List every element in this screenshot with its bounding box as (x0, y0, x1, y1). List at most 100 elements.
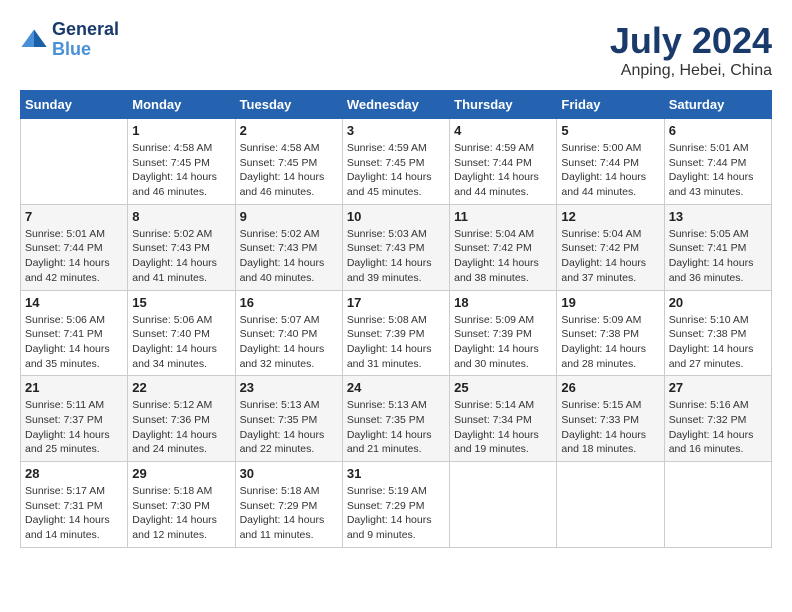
calendar-header-row: SundayMondayTuesdayWednesdayThursdayFrid… (21, 91, 772, 119)
day-info: Sunrise: 5:19 AMSunset: 7:29 PMDaylight:… (347, 484, 445, 543)
day-number: 28 (25, 466, 123, 481)
day-number: 1 (132, 123, 230, 138)
day-info: Sunrise: 5:06 AMSunset: 7:41 PMDaylight:… (25, 313, 123, 372)
day-number: 7 (25, 209, 123, 224)
calendar-cell: 31 Sunrise: 5:19 AMSunset: 7:29 PMDayligh… (342, 462, 449, 548)
day-number: 5 (561, 123, 659, 138)
calendar-week-2: 14 Sunrise: 5:06 AMSunset: 7:41 PMDayligh… (21, 290, 772, 376)
calendar-cell: 23Sunrise: 5:13 AMSunset: 7:35 PMDayligh… (235, 376, 342, 462)
calendar-cell (450, 462, 557, 548)
day-number: 24 (347, 380, 445, 395)
calendar-cell: 18 Sunrise: 5:09 AMSunset: 7:39 PMDayligh… (450, 290, 557, 376)
calendar-cell: 20 Sunrise: 5:10 AMSunset: 7:38 PMDayligh… (664, 290, 771, 376)
calendar-cell: 26 Sunrise: 5:15 AMSunset: 7:33 PMDayligh… (557, 376, 664, 462)
logo-text: General Blue (52, 20, 119, 60)
calendar-cell (664, 462, 771, 548)
day-number: 12 (561, 209, 659, 224)
day-number: 17 (347, 295, 445, 310)
day-info: Sunrise: 5:01 AMSunset: 7:44 PMDaylight:… (669, 141, 767, 200)
calendar-cell: 25 Sunrise: 5:14 AMSunset: 7:34 PMDayligh… (450, 376, 557, 462)
weekday-header-friday: Friday (557, 91, 664, 119)
calendar-cell: 10Sunrise: 5:03 AMSunset: 7:43 PMDayligh… (342, 204, 449, 290)
calendar-table: SundayMondayTuesdayWednesdayThursdayFrid… (20, 90, 772, 548)
day-info: Sunrise: 5:03 AMSunset: 7:43 PMDaylight:… (347, 227, 445, 286)
day-info: Sunrise: 5:09 AMSunset: 7:39 PMDaylight:… (454, 313, 552, 372)
calendar-cell: 29Sunrise: 5:18 AMSunset: 7:30 PMDayligh… (128, 462, 235, 548)
day-number: 13 (669, 209, 767, 224)
calendar-week-0: 1 Sunrise: 4:58 AMSunset: 7:45 PMDaylight… (21, 119, 772, 205)
day-info: Sunrise: 5:02 AMSunset: 7:43 PMDaylight:… (240, 227, 338, 286)
title-block: July 2024 Anping, Hebei, China (610, 20, 772, 80)
day-number: 8 (132, 209, 230, 224)
calendar-week-1: 7Sunrise: 5:01 AMSunset: 7:44 PMDaylight… (21, 204, 772, 290)
weekday-header-sunday: Sunday (21, 91, 128, 119)
day-number: 26 (561, 380, 659, 395)
day-number: 3 (347, 123, 445, 138)
calendar-cell: 14 Sunrise: 5:06 AMSunset: 7:41 PMDayligh… (21, 290, 128, 376)
calendar-cell (557, 462, 664, 548)
day-number: 29 (132, 466, 230, 481)
day-info: Sunrise: 4:58 AMSunset: 7:45 PMDaylight:… (132, 141, 230, 200)
day-number: 11 (454, 209, 552, 224)
day-info: Sunrise: 4:58 AMSunset: 7:45 PMDaylight:… (240, 141, 338, 200)
day-info: Sunrise: 5:11 AMSunset: 7:37 PMDaylight:… (25, 398, 123, 457)
calendar-cell: 16Sunrise: 5:07 AMSunset: 7:40 PMDayligh… (235, 290, 342, 376)
calendar-cell: 21 Sunrise: 5:11 AMSunset: 7:37 PMDayligh… (21, 376, 128, 462)
day-number: 9 (240, 209, 338, 224)
calendar-cell: 13 Sunrise: 5:05 AMSunset: 7:41 PMDayligh… (664, 204, 771, 290)
calendar-week-3: 21 Sunrise: 5:11 AMSunset: 7:37 PMDayligh… (21, 376, 772, 462)
weekday-header-wednesday: Wednesday (342, 91, 449, 119)
logo-icon (20, 26, 48, 54)
page-header: General Blue July 2024 Anping, Hebei, Ch… (20, 20, 772, 80)
day-number: 14 (25, 295, 123, 310)
day-number: 18 (454, 295, 552, 310)
weekday-header-monday: Monday (128, 91, 235, 119)
day-number: 4 (454, 123, 552, 138)
calendar-cell: 28 Sunrise: 5:17 AMSunset: 7:31 PMDayligh… (21, 462, 128, 548)
logo: General Blue (20, 20, 119, 60)
day-number: 19 (561, 295, 659, 310)
day-info: Sunrise: 5:13 AMSunset: 7:35 PMDaylight:… (347, 398, 445, 457)
calendar-cell: 22Sunrise: 5:12 AMSunset: 7:36 PMDayligh… (128, 376, 235, 462)
day-info: Sunrise: 5:16 AMSunset: 7:32 PMDaylight:… (669, 398, 767, 457)
day-number: 30 (240, 466, 338, 481)
day-info: Sunrise: 5:10 AMSunset: 7:38 PMDaylight:… (669, 313, 767, 372)
calendar-cell: 4Sunrise: 4:59 AMSunset: 7:44 PMDaylight… (450, 119, 557, 205)
day-number: 20 (669, 295, 767, 310)
calendar-cell: 15Sunrise: 5:06 AMSunset: 7:40 PMDayligh… (128, 290, 235, 376)
calendar-cell: 27 Sunrise: 5:16 AMSunset: 7:32 PMDayligh… (664, 376, 771, 462)
calendar-cell: 6Sunrise: 5:01 AMSunset: 7:44 PMDaylight… (664, 119, 771, 205)
main-title: July 2024 (610, 20, 772, 62)
day-info: Sunrise: 5:14 AMSunset: 7:34 PMDaylight:… (454, 398, 552, 457)
day-info: Sunrise: 5:17 AMSunset: 7:31 PMDaylight:… (25, 484, 123, 543)
day-number: 25 (454, 380, 552, 395)
calendar-cell: 5Sunrise: 5:00 AMSunset: 7:44 PMDaylight… (557, 119, 664, 205)
calendar-cell: 11 Sunrise: 5:04 AMSunset: 7:42 PMDayligh… (450, 204, 557, 290)
day-info: Sunrise: 5:05 AMSunset: 7:41 PMDaylight:… (669, 227, 767, 286)
weekday-header-thursday: Thursday (450, 91, 557, 119)
weekday-header-saturday: Saturday (664, 91, 771, 119)
calendar-cell: 17 Sunrise: 5:08 AMSunset: 7:39 PMDayligh… (342, 290, 449, 376)
day-info: Sunrise: 5:04 AMSunset: 7:42 PMDaylight:… (454, 227, 552, 286)
day-info: Sunrise: 5:06 AMSunset: 7:40 PMDaylight:… (132, 313, 230, 372)
calendar-cell: 19 Sunrise: 5:09 AMSunset: 7:38 PMDayligh… (557, 290, 664, 376)
day-number: 2 (240, 123, 338, 138)
day-info: Sunrise: 5:02 AMSunset: 7:43 PMDaylight:… (132, 227, 230, 286)
calendar-cell: 3Sunrise: 4:59 AMSunset: 7:45 PMDaylight… (342, 119, 449, 205)
day-info: Sunrise: 5:18 AMSunset: 7:29 PMDaylight:… (240, 484, 338, 543)
day-number: 31 (347, 466, 445, 481)
day-info: Sunrise: 5:09 AMSunset: 7:38 PMDaylight:… (561, 313, 659, 372)
calendar-cell (21, 119, 128, 205)
day-info: Sunrise: 5:04 AMSunset: 7:42 PMDaylight:… (561, 227, 659, 286)
calendar-cell: 2 Sunrise: 4:58 AMSunset: 7:45 PMDaylight… (235, 119, 342, 205)
calendar-cell: 12 Sunrise: 5:04 AMSunset: 7:42 PMDayligh… (557, 204, 664, 290)
day-number: 27 (669, 380, 767, 395)
day-number: 23 (240, 380, 338, 395)
subtitle: Anping, Hebei, China (610, 62, 772, 80)
calendar-cell: 8 Sunrise: 5:02 AMSunset: 7:43 PMDaylight… (128, 204, 235, 290)
calendar-cell: 24 Sunrise: 5:13 AMSunset: 7:35 PMDayligh… (342, 376, 449, 462)
day-info: Sunrise: 5:15 AMSunset: 7:33 PMDaylight:… (561, 398, 659, 457)
day-number: 21 (25, 380, 123, 395)
day-info: Sunrise: 5:08 AMSunset: 7:39 PMDaylight:… (347, 313, 445, 372)
day-number: 16 (240, 295, 338, 310)
